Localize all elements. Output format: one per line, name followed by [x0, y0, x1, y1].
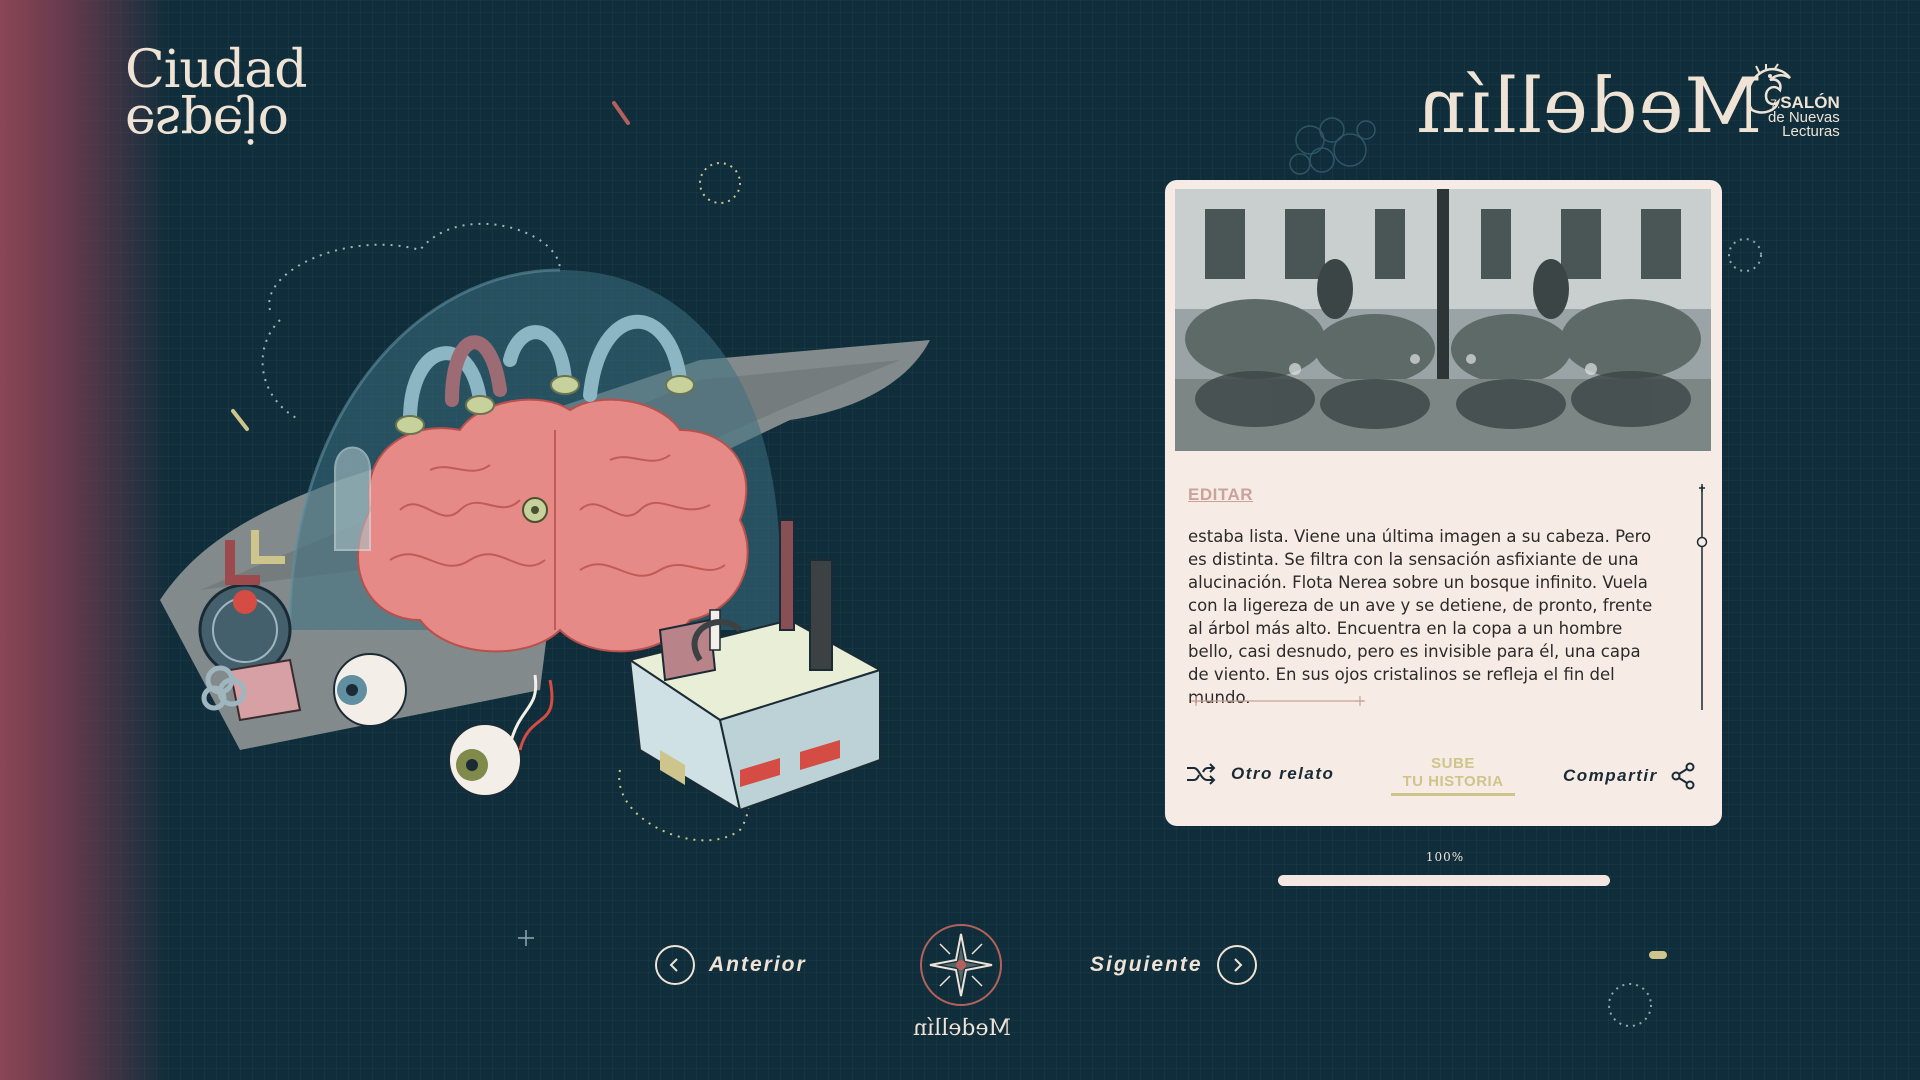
decorative-dotted-circle — [699, 162, 741, 204]
story-text: estaba lista. Viene una última imagen a … — [1188, 527, 1653, 707]
progress-label: 100% — [1425, 850, 1465, 864]
compass-caption: Medellín — [913, 1016, 1011, 1041]
decorative-cross — [518, 930, 534, 946]
progress-bar — [1278, 875, 1610, 886]
story-card: EDITAR estaba lista. Viene una última im… — [1165, 180, 1722, 826]
decorative-dotted-circle-small — [1728, 238, 1762, 272]
decorative-dash-rose — [612, 101, 630, 125]
salon-line3: Lecturas — [1782, 123, 1840, 140]
decorative-dotted-circle-bottom — [1608, 983, 1652, 1027]
city-title-mirrored: Medellín — [1416, 61, 1763, 150]
ornament-divider — [1191, 696, 1365, 706]
next-button[interactable]: Siguiente — [1090, 945, 1257, 985]
previous-button[interactable]: Anterior — [655, 945, 807, 985]
shuffle-icon — [1187, 763, 1216, 785]
upload-label-line1: SUBE — [1431, 755, 1475, 772]
share-icon — [1671, 762, 1695, 790]
brain-dome-illustration — [160, 222, 930, 842]
ciudad-espejo-logo[interactable]: Ciudad espejo — [125, 40, 307, 153]
edit-link[interactable]: EDITAR — [1188, 485, 1253, 505]
decorative-pill-olive — [1649, 951, 1667, 959]
share-label: Compartir — [1563, 766, 1658, 785]
card-actions: Otro relato SUBE TU HISTORIA Compartir — [1165, 750, 1722, 810]
chevron-left-icon — [655, 945, 695, 985]
previous-label: Anterior — [709, 953, 807, 976]
story-scrollbar[interactable] — [1696, 482, 1708, 714]
progress-fill — [1278, 875, 1610, 886]
logo-line-espejo: espejo — [125, 92, 288, 153]
upload-story-button[interactable]: SUBE TU HISTORIA — [1391, 755, 1515, 796]
compass-rose-icon[interactable] — [918, 922, 1004, 1008]
other-story-button[interactable]: Otro relato — [1185, 762, 1334, 786]
share-button[interactable]: Compartir — [1563, 762, 1696, 790]
decorative-texture-blob — [1289, 117, 1376, 175]
next-label: Siguiente — [1090, 953, 1203, 976]
mirrored-photo — [1175, 189, 1711, 451]
upload-label-line2: TU HISTORIA — [1402, 773, 1504, 790]
chevron-right-icon — [1216, 945, 1257, 985]
salon-nuevas-lecturas-logo[interactable]: 7.SALÓN de Nuevas Lecturas — [1740, 62, 1850, 152]
other-story-label: Otro relato — [1231, 764, 1335, 783]
logo-line-ciudad: Ciudad — [125, 40, 307, 100]
